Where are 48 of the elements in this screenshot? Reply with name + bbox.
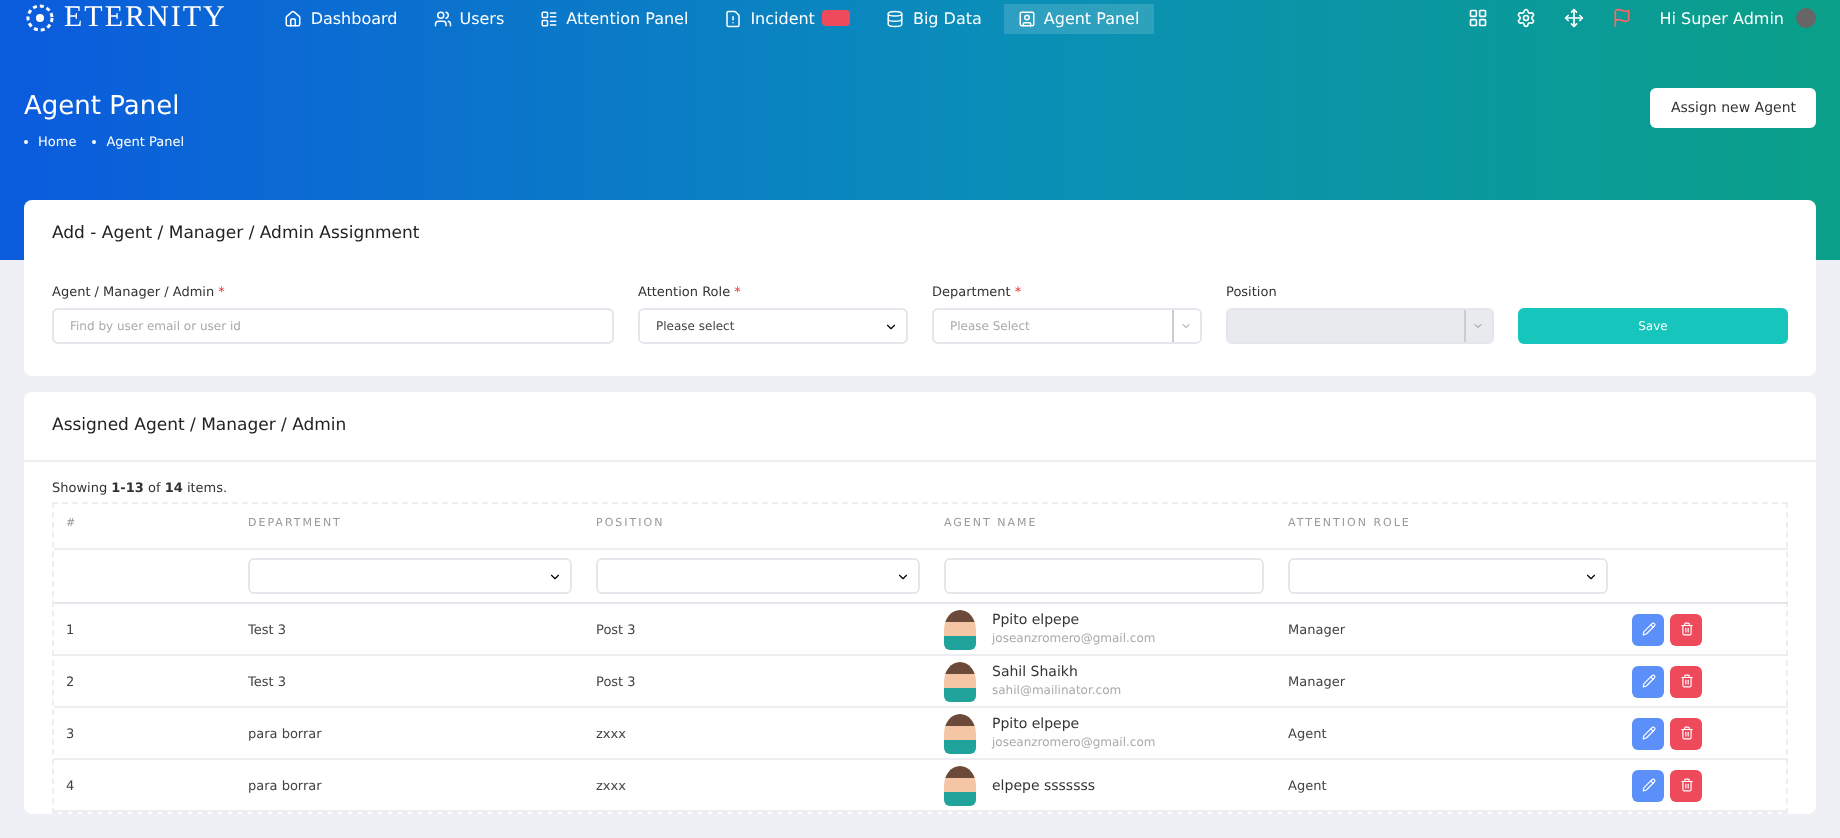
- avatar-icon: [944, 609, 976, 649]
- chevron-down-icon: [1584, 569, 1598, 583]
- database-icon: [886, 9, 905, 27]
- filter-field[interactable]: [944, 558, 1264, 594]
- home-icon: [284, 9, 303, 27]
- chevron-down-icon: [896, 569, 910, 583]
- edit-button[interactable]: [1632, 769, 1664, 801]
- settings-icon[interactable]: [1515, 8, 1536, 28]
- document-alert-icon: [724, 9, 743, 27]
- trash-icon: [1679, 726, 1693, 740]
- chevron-down-icon: [884, 319, 898, 333]
- chevron-down-icon: [1472, 320, 1484, 332]
- delete-button[interactable]: [1670, 717, 1702, 749]
- card-title: Add - Agent / Manager / Admin Assignment: [50, 222, 422, 248]
- list-icon: [540, 9, 559, 27]
- nav-item[interactable]: Attention Panel: [526, 3, 703, 33]
- nav-item[interactable]: Users: [419, 3, 519, 33]
- avatar-icon: [944, 713, 976, 753]
- user-card-icon: [1017, 9, 1036, 27]
- edit-button[interactable]: [1632, 717, 1664, 749]
- delete-button[interactable]: [1670, 769, 1702, 801]
- delete-button[interactable]: [1670, 665, 1702, 697]
- edit-button[interactable]: [1632, 613, 1664, 645]
- pencil-icon: [1641, 674, 1655, 688]
- chevron-down-icon: [1180, 320, 1192, 332]
- chevron-down-icon: [548, 569, 562, 583]
- avatar-icon: [944, 661, 976, 701]
- nav-item[interactable]: Big Data: [872, 3, 996, 33]
- delete-button[interactable]: [1670, 613, 1702, 645]
- card-title: Assigned Agent / Manager / Admin: [50, 414, 349, 440]
- move-icon[interactable]: [1563, 8, 1584, 28]
- edit-button[interactable]: [1632, 665, 1664, 697]
- trash-icon: [1679, 622, 1693, 636]
- trash-icon: [1679, 778, 1693, 792]
- grid-icon[interactable]: [1467, 8, 1488, 28]
- pencil-icon: [1641, 726, 1655, 740]
- brand-logo[interactable]: ETERNITY: [24, 1, 227, 35]
- nav-item[interactable]: Dashboard: [270, 3, 412, 33]
- avatar-icon: [944, 765, 976, 805]
- user-avatar[interactable]: [1796, 8, 1816, 28]
- page-title: Agent Panel: [24, 92, 182, 122]
- nav-item[interactable]: Incident: [710, 3, 865, 33]
- user-greeting[interactable]: Hi Super Admin: [1659, 9, 1784, 27]
- users-icon: [433, 9, 452, 27]
- nav-item[interactable]: Agent Panel: [1003, 3, 1154, 33]
- pencil-icon: [1641, 622, 1655, 636]
- pencil-icon: [1641, 778, 1655, 792]
- trash-icon: [1679, 674, 1693, 688]
